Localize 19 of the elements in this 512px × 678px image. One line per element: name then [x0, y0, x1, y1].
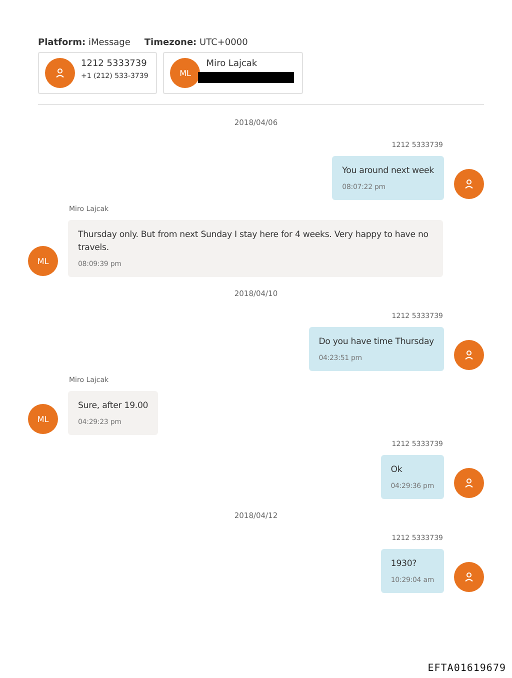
- participant-name: Miro Lajcak: [206, 59, 258, 69]
- person-icon: [55, 68, 65, 78]
- avatar: ML: [28, 246, 58, 276]
- person-icon: [464, 350, 474, 360]
- avatar: ML: [170, 58, 200, 88]
- person-icon: [464, 179, 474, 189]
- document-id: EFTA01619679: [428, 663, 506, 674]
- person-icon: [464, 478, 474, 488]
- message-text: 1930?: [390, 558, 418, 571]
- message-text: Sure, after 19.00: [78, 400, 148, 413]
- participant-name: 1212 5333739: [81, 59, 148, 69]
- message-text: You around next week: [342, 165, 434, 178]
- avatar: ML: [28, 404, 58, 434]
- message-text: Do you have time Thursday: [318, 336, 434, 349]
- message-text: Thursday only. But from next Sunday I stay here for 4 weeks. Very happy to have no travels.: [78, 229, 430, 255]
- timezone-text: Timezone: UTC+0000: [144, 38, 248, 48]
- person-icon: [464, 572, 474, 582]
- platform-text: Platform: iMessage: [38, 38, 130, 48]
- message-text: Ok: [390, 464, 404, 477]
